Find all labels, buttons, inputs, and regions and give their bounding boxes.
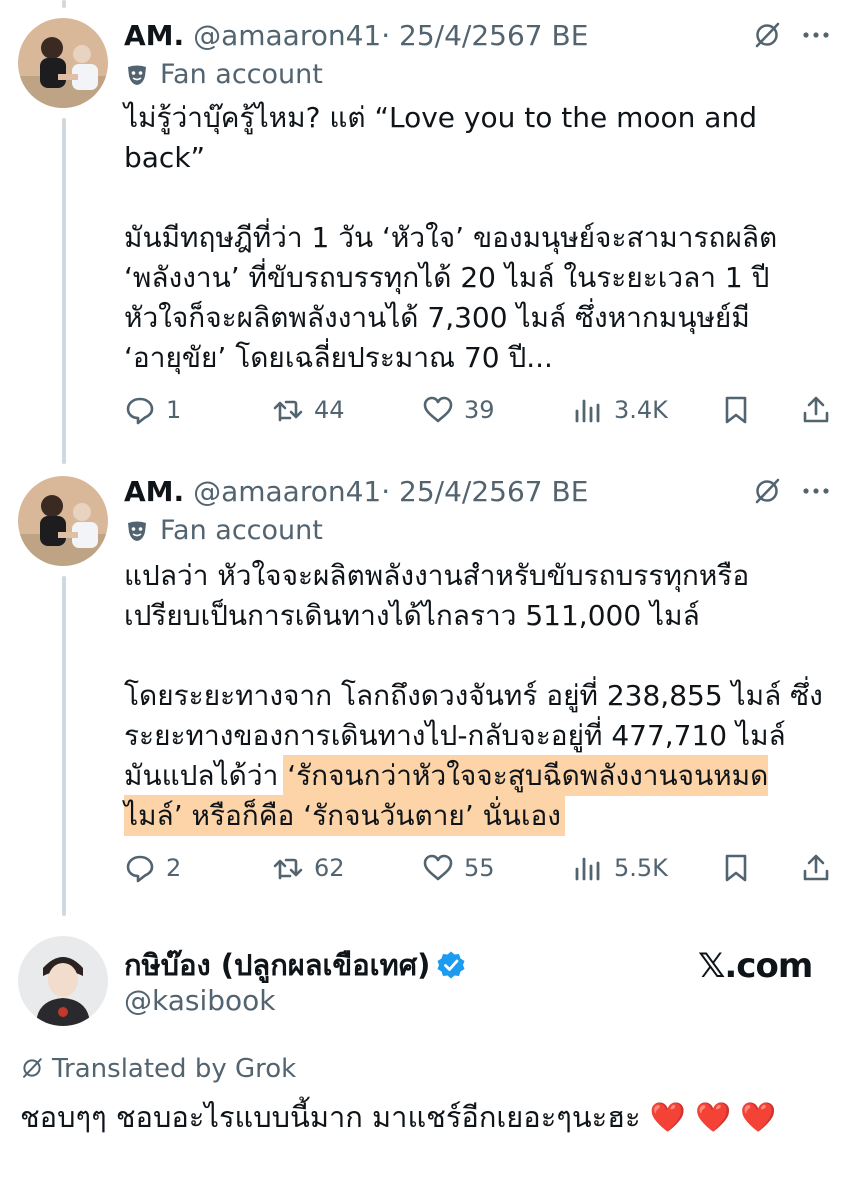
grok-icon[interactable]	[752, 20, 782, 50]
verified-badge-icon	[437, 951, 465, 979]
user-handle[interactable]: @kasibook	[124, 982, 276, 1020]
avatar[interactable]	[18, 476, 108, 566]
bookmark-icon	[725, 396, 747, 424]
translated-label: Translated by Grok	[52, 1054, 297, 1084]
like-count: 55	[464, 854, 495, 882]
thread-connector-top	[62, 0, 66, 8]
tweet-header: AM. @amaaron41· 25/4/2567 BE	[124, 474, 588, 510]
views-button[interactable]: 5.5K	[572, 848, 668, 888]
reply-icon	[126, 855, 154, 883]
more-options-icon[interactable]	[800, 19, 832, 51]
grok-icon	[23, 1058, 42, 1078]
separator-dot: ·	[381, 475, 391, 508]
share-button[interactable]	[800, 848, 832, 888]
views-icon	[575, 857, 600, 881]
tweet-date[interactable]: 25/4/2567 BE	[399, 475, 588, 508]
display-name[interactable]: AM.	[124, 19, 184, 52]
repost-icon	[273, 858, 303, 880]
tweet-date[interactable]: 25/4/2567 BE	[399, 19, 588, 52]
tweet-header: AM. @amaaron41· 25/4/2567 BE	[124, 18, 588, 54]
reply-button[interactable]: 1	[124, 390, 181, 430]
more-options-icon[interactable]	[800, 475, 832, 507]
heart-emoji-icons: ❤️ ❤️ ❤️	[649, 1100, 777, 1134]
fan-account-text: Fan account	[160, 59, 323, 90]
bookmark-button[interactable]	[720, 390, 752, 430]
share-icon	[803, 396, 829, 423]
views-count: 3.4K	[614, 396, 668, 424]
tweet-text-plain: แปลว่า หัวใจจะผลิตพลังงานสำหรับขับรถบรรท…	[124, 559, 823, 792]
like-button[interactable]: 39	[422, 390, 495, 430]
grok-icon[interactable]	[752, 476, 782, 506]
tweet-text: แปลว่า หัวใจจะผลิตพลังงานสำหรับขับรถบรรท…	[124, 556, 824, 836]
mask-icon	[128, 521, 146, 541]
like-icon	[423, 854, 453, 881]
reply-count: 2	[166, 854, 182, 882]
repost-button[interactable]: 62	[272, 848, 345, 888]
user-handle[interactable]: @amaaron41	[193, 475, 381, 508]
thread-connector-bottom	[62, 576, 66, 916]
user-handle[interactable]: @amaaron41	[193, 19, 381, 52]
tweet-actions: 2 62 55 5.5K	[124, 848, 834, 888]
reply-count: 1	[166, 396, 182, 424]
fan-account-text: Fan account	[160, 515, 323, 546]
repost-count: 44	[314, 396, 345, 424]
views-button[interactable]: 3.4K	[572, 390, 668, 430]
tweet-text: ไม่รู้ว่าบุ๊ครู้ไหม? แต่ “Love you to th…	[124, 101, 778, 374]
repost-icon	[273, 400, 303, 422]
tweet-actions: 1 44 39 3.4K	[124, 390, 834, 430]
x-brand-logo: 𝕏.com	[698, 946, 813, 986]
fan-account-label: Fan account	[126, 514, 323, 548]
quote-display-name-row: กษิบ๊อง (ปลูกผลเขือเทศ)	[124, 946, 466, 984]
repost-button[interactable]: 44	[272, 390, 345, 430]
bookmark-icon	[725, 854, 747, 882]
like-icon	[423, 396, 453, 423]
reply-button[interactable]: 2	[124, 848, 181, 888]
like-button[interactable]: 55	[422, 848, 495, 888]
repost-count: 62	[314, 854, 345, 882]
quote-text-body: ชอบๆๆ ชอบอะไรแบบนี้มาก มาแชร์อีกเยอะๆนะฮ…	[20, 1100, 641, 1134]
avatar[interactable]	[18, 18, 108, 108]
thread-connector	[62, 118, 66, 464]
mask-icon	[128, 65, 146, 85]
quote-text: ชอบๆๆ ชอบอะไรแบบนี้มาก มาแชร์อีกเยอะๆนะฮ…	[20, 1094, 835, 1140]
display-name[interactable]: กษิบ๊อง (ปลูกผลเขือเทศ)	[124, 948, 430, 982]
share-button[interactable]	[800, 390, 832, 430]
views-icon	[575, 399, 600, 423]
share-icon	[803, 854, 829, 881]
bookmark-button[interactable]	[720, 848, 752, 888]
reply-icon	[126, 397, 154, 425]
views-count: 5.5K	[614, 854, 668, 882]
avatar[interactable]	[18, 936, 108, 1026]
translated-by-grok[interactable]: Translated by Grok	[20, 1052, 296, 1086]
fan-account-label: Fan account	[126, 58, 323, 92]
separator-dot: ·	[381, 19, 391, 52]
like-count: 39	[464, 396, 495, 424]
display-name[interactable]: AM.	[124, 475, 184, 508]
